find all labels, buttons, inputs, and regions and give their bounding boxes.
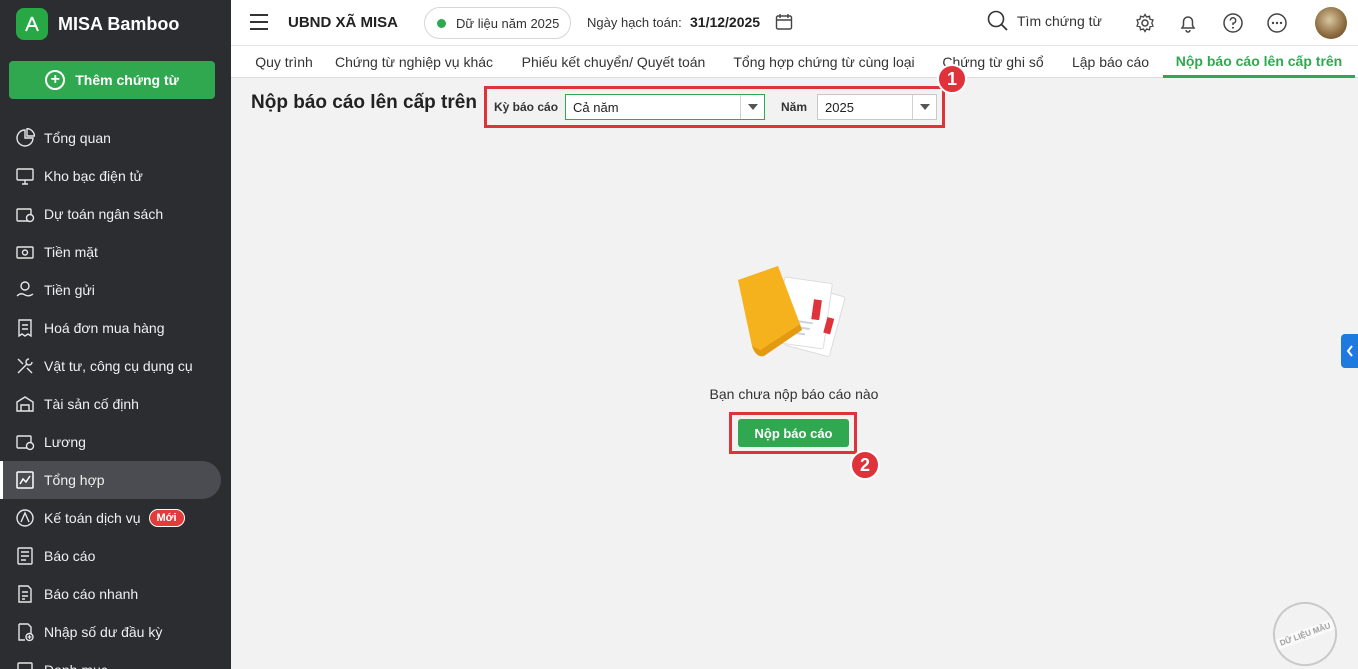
- help-icon[interactable]: [1222, 12, 1244, 34]
- search-documents[interactable]: Tìm chứng từ: [987, 10, 1102, 32]
- report-icon: [15, 546, 35, 566]
- sidebar-item[interactable]: Danh mục: [0, 651, 231, 669]
- year-label: Năm: [781, 100, 808, 114]
- tools-icon: [15, 356, 35, 376]
- brand[interactable]: MISA Bamboo: [0, 0, 231, 48]
- posting-date-label: Ngày hạch toán:: [587, 15, 682, 30]
- sidebar-item[interactable]: Kho bạc điện tử: [0, 157, 231, 195]
- summary-icon: [15, 470, 35, 490]
- more-icon[interactable]: [1266, 12, 1288, 34]
- tab-item[interactable]: Tổng hợp chứng từ cùng loại: [733, 46, 914, 78]
- sidebar-item[interactable]: Dự toán ngân sách: [0, 195, 231, 233]
- step-marker-1: 1: [937, 64, 967, 94]
- sidebar-item-label: Tiền mặt: [44, 244, 98, 260]
- chevron-down-icon[interactable]: [740, 95, 764, 119]
- catalog-icon: [15, 660, 35, 669]
- avatar[interactable]: [1315, 7, 1347, 39]
- year-value: 2025: [825, 99, 854, 115]
- calendar-icon[interactable]: [775, 13, 793, 34]
- tab-bar: Quy trình Chứng từ nghiệp vụ khác Phiếu kế…: [231, 46, 1358, 78]
- report-period-select[interactable]: Cả năm: [565, 94, 765, 120]
- monitor-icon: [15, 166, 35, 186]
- sidebar-item-label: Danh mục: [44, 662, 108, 669]
- sidebar-nav: Tổng quan Kho bạc điện tử Dự toán ngân sác…: [0, 119, 231, 669]
- tab-item[interactable]: Nộp báo cáo lên cấp trên: [1163, 46, 1355, 78]
- sidebar-item-label: Tổng hợp: [44, 472, 105, 488]
- data-year-label: Dữ liệu năm 2025: [456, 15, 560, 31]
- sidebar: MISA Bamboo + Thêm chứng từ Tổng quan Kho…: [0, 0, 231, 669]
- year-select[interactable]: 2025: [817, 94, 937, 120]
- search-icon: [987, 10, 1008, 31]
- budget-icon: [15, 204, 35, 224]
- sidebar-item-label: Hoá đơn mua hàng: [44, 320, 165, 336]
- sidebar-item-label: Lương: [44, 434, 86, 450]
- sidebar-item-label: Tổng quan: [44, 130, 111, 146]
- sidebar-item[interactable]: Tổng quan: [0, 119, 231, 157]
- sidebar-item[interactable]: Báo cáo nhanh: [0, 575, 231, 613]
- sidebar-item-label: Tiền gửi: [44, 282, 95, 298]
- gear-icon[interactable]: [1134, 12, 1156, 34]
- top-bar: UBND XÃ MISA Dữ liệu năm 2025 Ngày hạch …: [231, 0, 1358, 46]
- quick-report-icon: [15, 584, 35, 604]
- empty-documents-illustration: [730, 262, 850, 365]
- plus-icon: +: [45, 70, 66, 90]
- report-period-label: Kỳ báo cáo: [494, 100, 559, 114]
- sidebar-item[interactable]: Hoá đơn mua hàng: [0, 309, 231, 347]
- status-dot-icon: [437, 18, 446, 28]
- tab-item[interactable]: Phiếu kết chuyển/ Quyết toán: [522, 46, 706, 78]
- add-document-label: Thêm chứng từ: [75, 72, 179, 88]
- sidebar-item[interactable]: Báo cáo: [0, 537, 231, 575]
- sidebar-item-label: Tài sản cố định: [44, 396, 139, 412]
- new-badge: Mới: [148, 509, 185, 527]
- tab-item[interactable]: Quy trình: [247, 46, 321, 78]
- page-title: Nộp báo cáo lên cấp trên: [251, 92, 477, 113]
- sidebar-item-label: Vật tư, công cụ dụng cụ: [44, 358, 193, 374]
- service-icon: [15, 508, 35, 528]
- sidebar-item[interactable]: Tiền gửi: [0, 271, 231, 309]
- sample-data-stamp-text: DỮ LIỆU MẪU: [1275, 618, 1335, 650]
- sidebar-item-label: Nhập số dư đầu kỳ: [44, 624, 163, 640]
- bamboo-logo-icon: [16, 8, 48, 40]
- hamburger-menu-icon[interactable]: [250, 14, 268, 30]
- posting-date-value[interactable]: 31/12/2025: [690, 14, 760, 30]
- search-label: Tìm chứng từ: [1017, 13, 1102, 29]
- sidebar-item-label: Kế toán dịch vụ: [44, 510, 141, 526]
- sidebar-item[interactable]: Lương: [0, 423, 231, 461]
- org-name: UBND XÃ MISA: [288, 14, 399, 31]
- salary-icon: [15, 432, 35, 452]
- sidebar-item[interactable]: Tổng hợp: [0, 461, 221, 499]
- data-year-selector[interactable]: Dữ liệu năm 2025: [424, 7, 571, 39]
- sidebar-item-label: Kho bạc điện tử: [44, 168, 143, 184]
- add-document-button[interactable]: + Thêm chứng từ: [9, 61, 215, 99]
- sidebar-item[interactable]: Vật tư, công cụ dụng cụ: [0, 347, 231, 385]
- deposit-icon: [15, 280, 35, 300]
- submit-report-button[interactable]: Nộp báo cáo: [738, 419, 849, 447]
- sidebar-item[interactable]: Tài sản cố định: [0, 385, 231, 423]
- empty-state-text: Bạn chưa nộp báo cáo nào: [709, 386, 879, 402]
- opening-balance-icon: [15, 622, 35, 642]
- pie-chart-icon: [15, 128, 35, 148]
- invoice-icon: [15, 318, 35, 338]
- report-period-value: Cả năm: [573, 99, 619, 115]
- sidebar-item-label: Báo cáo: [44, 548, 96, 564]
- brand-name: MISA Bamboo: [58, 13, 180, 34]
- tab-item[interactable]: Lập báo cáo: [1072, 46, 1149, 78]
- sidebar-item-label: Báo cáo nhanh: [44, 586, 139, 602]
- tab-item[interactable]: Chứng từ nghiệp vụ khác: [335, 46, 493, 78]
- asset-icon: [15, 394, 35, 414]
- sidebar-item[interactable]: Kế toán dịch vụ Mới: [0, 499, 231, 537]
- chevron-down-icon[interactable]: [912, 95, 936, 119]
- sidebar-item[interactable]: Nhập số dư đầu kỳ: [0, 613, 231, 651]
- sidebar-item-label: Dự toán ngân sách: [44, 206, 164, 222]
- bell-icon[interactable]: [1177, 12, 1199, 34]
- sidebar-item[interactable]: Tiền mặt: [0, 233, 231, 271]
- sample-data-stamp: DỮ LIỆU MẪU: [1263, 592, 1347, 669]
- cash-icon: [15, 242, 35, 262]
- collapse-panel-handle[interactable]: [1341, 334, 1358, 368]
- step-marker-2: 2: [850, 450, 880, 480]
- chevron-left-icon: [1346, 345, 1353, 357]
